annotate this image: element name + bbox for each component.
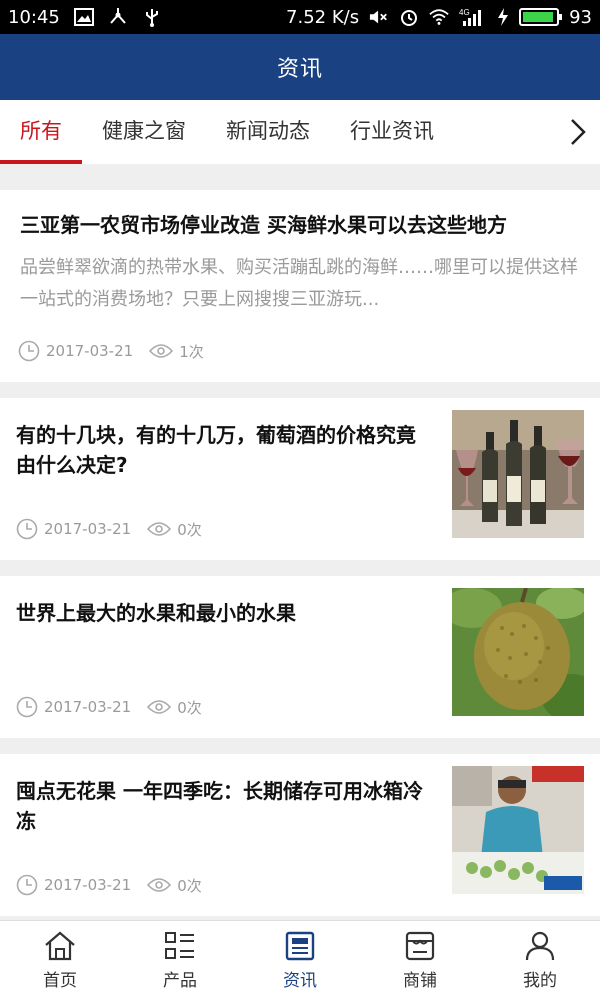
nav-news-label: 资讯 <box>283 971 317 991</box>
charging-icon <box>497 7 509 27</box>
signal-icon: 4G <box>459 7 487 27</box>
category-tabs: 所有 健康之窗 新闻动态 行业资讯 <box>0 100 600 164</box>
battery-level <box>523 12 553 22</box>
battery-icon <box>519 8 563 26</box>
app-header: 资讯 <box>0 34 600 100</box>
news-item[interactable]: 有的十几块，有的十几万，葡萄酒的价格究竟由什么决定? 2017-03-21 0次 <box>0 398 600 560</box>
nav-profile-label: 我的 <box>523 971 557 991</box>
news-title: 世界上最大的水果和最小的水果 <box>16 601 296 625</box>
news-meta: 2017-03-21 1次 <box>18 340 204 362</box>
home-icon <box>45 931 75 961</box>
news-item[interactable]: 囤点无花果 一年四季吃：长期储存可用冰箱冷冻 2017-03-21 0次 <box>0 754 600 916</box>
usb-share-icon <box>108 7 128 27</box>
wine-bottles-photo <box>452 410 584 538</box>
grid-list-icon <box>165 932 194 959</box>
nav-home-label: 首页 <box>43 971 77 991</box>
news-title: 三亚第一农贸市场停业改造 买海鲜水果可以去这些地方 <box>20 213 507 237</box>
news-title: 有的十几块，有的十几万，葡萄酒的价格究竟由什么决定? <box>16 423 416 477</box>
news-meta: 2017-03-21 0次 <box>16 696 202 718</box>
page-title: 资讯 <box>276 57 323 82</box>
nav-store[interactable]: 商铺 <box>360 921 480 1000</box>
store-icon <box>405 931 435 961</box>
news-item[interactable]: 世界上最大的水果和最小的水果 2017-03-21 0次 <box>0 576 600 738</box>
news-list: 三亚第一农贸市场停业改造 买海鲜水果可以去这些地方 品尝鲜翠欲滴的热带水果、购买… <box>0 190 600 916</box>
news-icon <box>285 931 315 961</box>
network-speed: 7.52 K/s <box>286 6 360 28</box>
nav-profile[interactable]: 我的 <box>480 921 600 1000</box>
news-meta: 2017-03-21 0次 <box>16 518 202 540</box>
mute-icon <box>369 7 389 27</box>
news-date: 2017-03-21 <box>44 520 132 538</box>
jackfruit-photo <box>452 588 584 716</box>
clock-icon <box>18 340 40 362</box>
bottom-nav: 首页 产品 资讯 商铺 我的 <box>0 920 600 1000</box>
news-item[interactable]: 三亚第一农贸市场停业改造 买海鲜水果可以去这些地方 品尝鲜翠欲滴的热带水果、购买… <box>0 190 600 382</box>
usb-icon <box>142 7 162 27</box>
tabs-more-button[interactable] <box>556 100 600 164</box>
eye-icon <box>149 343 174 359</box>
news-views: 0次 <box>177 876 202 895</box>
eye-icon <box>147 877 172 893</box>
user-icon <box>525 931 555 961</box>
status-bar: 10:45 7.52 K/s 4G 93 <box>0 0 600 34</box>
news-views: 0次 <box>177 520 202 539</box>
news-date: 2017-03-21 <box>44 876 132 894</box>
wifi-icon <box>429 7 449 27</box>
news-meta: 2017-03-21 0次 <box>16 874 202 896</box>
tab-news[interactable]: 新闻动态 <box>206 100 330 164</box>
figs-vendor-photo <box>452 766 584 894</box>
news-title: 囤点无花果 一年四季吃：长期储存可用冰箱冷冻 <box>16 779 423 833</box>
status-time: 10:45 <box>8 6 60 28</box>
eye-icon <box>147 521 172 537</box>
clock-icon <box>16 696 38 718</box>
clock-icon <box>16 874 38 896</box>
chevron-right-icon <box>571 119 586 145</box>
battery-percent: 93 <box>569 6 592 28</box>
image-icon <box>73 7 94 27</box>
tab-health[interactable]: 健康之窗 <box>82 100 206 164</box>
clock-icon <box>16 518 38 540</box>
news-views: 0次 <box>177 698 202 717</box>
nav-products-label: 产品 <box>163 971 197 991</box>
news-date: 2017-03-21 <box>46 342 134 360</box>
tab-industry[interactable]: 行业资讯 <box>330 100 454 164</box>
nav-products[interactable]: 产品 <box>120 921 240 1000</box>
nav-home[interactable]: 首页 <box>0 921 120 1000</box>
news-date: 2017-03-21 <box>44 698 132 716</box>
svg-text:4G: 4G <box>459 8 470 17</box>
nav-store-label: 商铺 <box>403 971 437 991</box>
nav-news[interactable]: 资讯 <box>240 921 360 1000</box>
alarm-icon <box>399 7 419 27</box>
tab-all[interactable]: 所有 <box>0 100 82 164</box>
eye-icon <box>147 699 172 715</box>
news-summary: 品尝鲜翠欲滴的热带水果、购买活蹦乱跳的海鲜……哪里可以提供这样一站式的消费场地？… <box>20 257 578 310</box>
news-views: 1次 <box>179 342 204 361</box>
